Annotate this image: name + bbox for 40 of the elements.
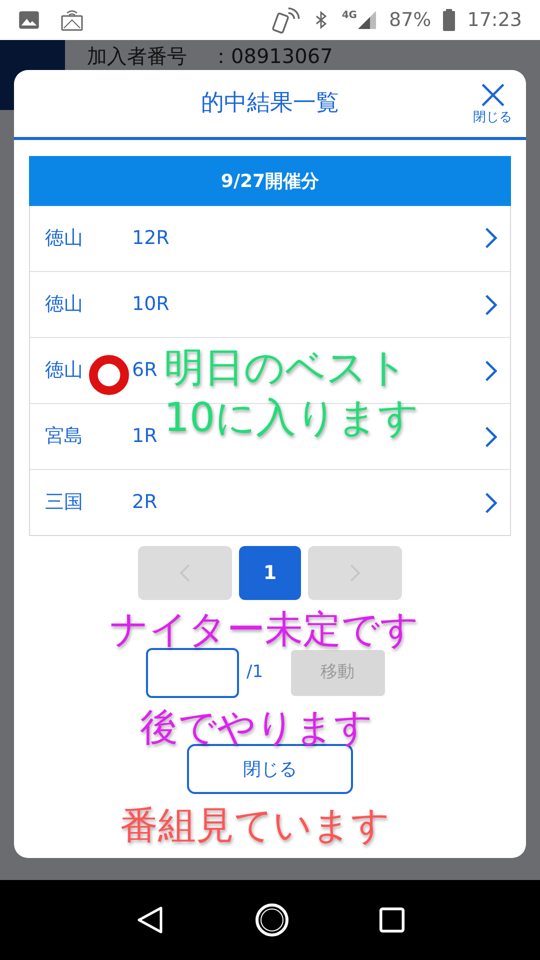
race-number[interactable]: 2R bbox=[132, 488, 158, 517]
chevron-right-icon[interactable] bbox=[484, 424, 498, 448]
chevron-right-icon[interactable] bbox=[484, 358, 498, 382]
annotation-text: ナイター未定です bbox=[110, 607, 419, 651]
close-button[interactable]: 閉じる bbox=[473, 82, 512, 128]
member-label: 加入者番号 bbox=[87, 44, 187, 68]
race-number[interactable]: 6R bbox=[132, 356, 158, 385]
section-header: 9/27開催分 bbox=[29, 156, 511, 206]
phone-nfc-icon bbox=[272, 6, 300, 34]
screen-cast-icon bbox=[60, 8, 84, 32]
recents-icon[interactable] bbox=[379, 907, 406, 933]
image-icon bbox=[18, 9, 40, 31]
home-icon[interactable] bbox=[254, 902, 290, 938]
race-number[interactable]: 10R bbox=[132, 290, 170, 319]
signal-icon bbox=[357, 10, 377, 30]
venue-name[interactable]: 徳山 bbox=[45, 290, 83, 319]
page-button[interactable]: 1 bbox=[239, 546, 301, 600]
venue-name[interactable]: 宮島 bbox=[45, 422, 83, 451]
back-icon[interactable] bbox=[134, 905, 165, 935]
annotation-text: 明日のベスト bbox=[164, 344, 408, 393]
page-input[interactable] bbox=[146, 648, 238, 698]
chevron-right-icon[interactable] bbox=[484, 490, 498, 514]
chevron-right-icon[interactable] bbox=[484, 292, 498, 316]
venue-name[interactable]: 徳山 bbox=[45, 224, 83, 252]
battery-icon bbox=[443, 9, 456, 31]
venue-name[interactable]: 徳山 bbox=[45, 356, 83, 385]
member-number: ：08913067 bbox=[211, 44, 333, 68]
close-icon bbox=[480, 82, 506, 108]
annotation-text: 10に入ります bbox=[164, 394, 419, 443]
page-total: /1 bbox=[246, 661, 264, 684]
ring-annotation bbox=[89, 355, 129, 395]
race-number[interactable]: 1R bbox=[132, 422, 158, 451]
venue-name[interactable]: 三国 bbox=[45, 488, 83, 517]
battery-percent: 87% bbox=[389, 8, 432, 33]
chevron-right-icon[interactable] bbox=[484, 226, 498, 250]
race-number[interactable]: 12R bbox=[132, 224, 170, 252]
clock: 17:23 bbox=[467, 8, 522, 33]
dialog-title: 的中結果一覧 bbox=[201, 89, 339, 118]
annotation-text: 番組見ています bbox=[120, 803, 390, 847]
network-type: 4G bbox=[342, 10, 357, 22]
